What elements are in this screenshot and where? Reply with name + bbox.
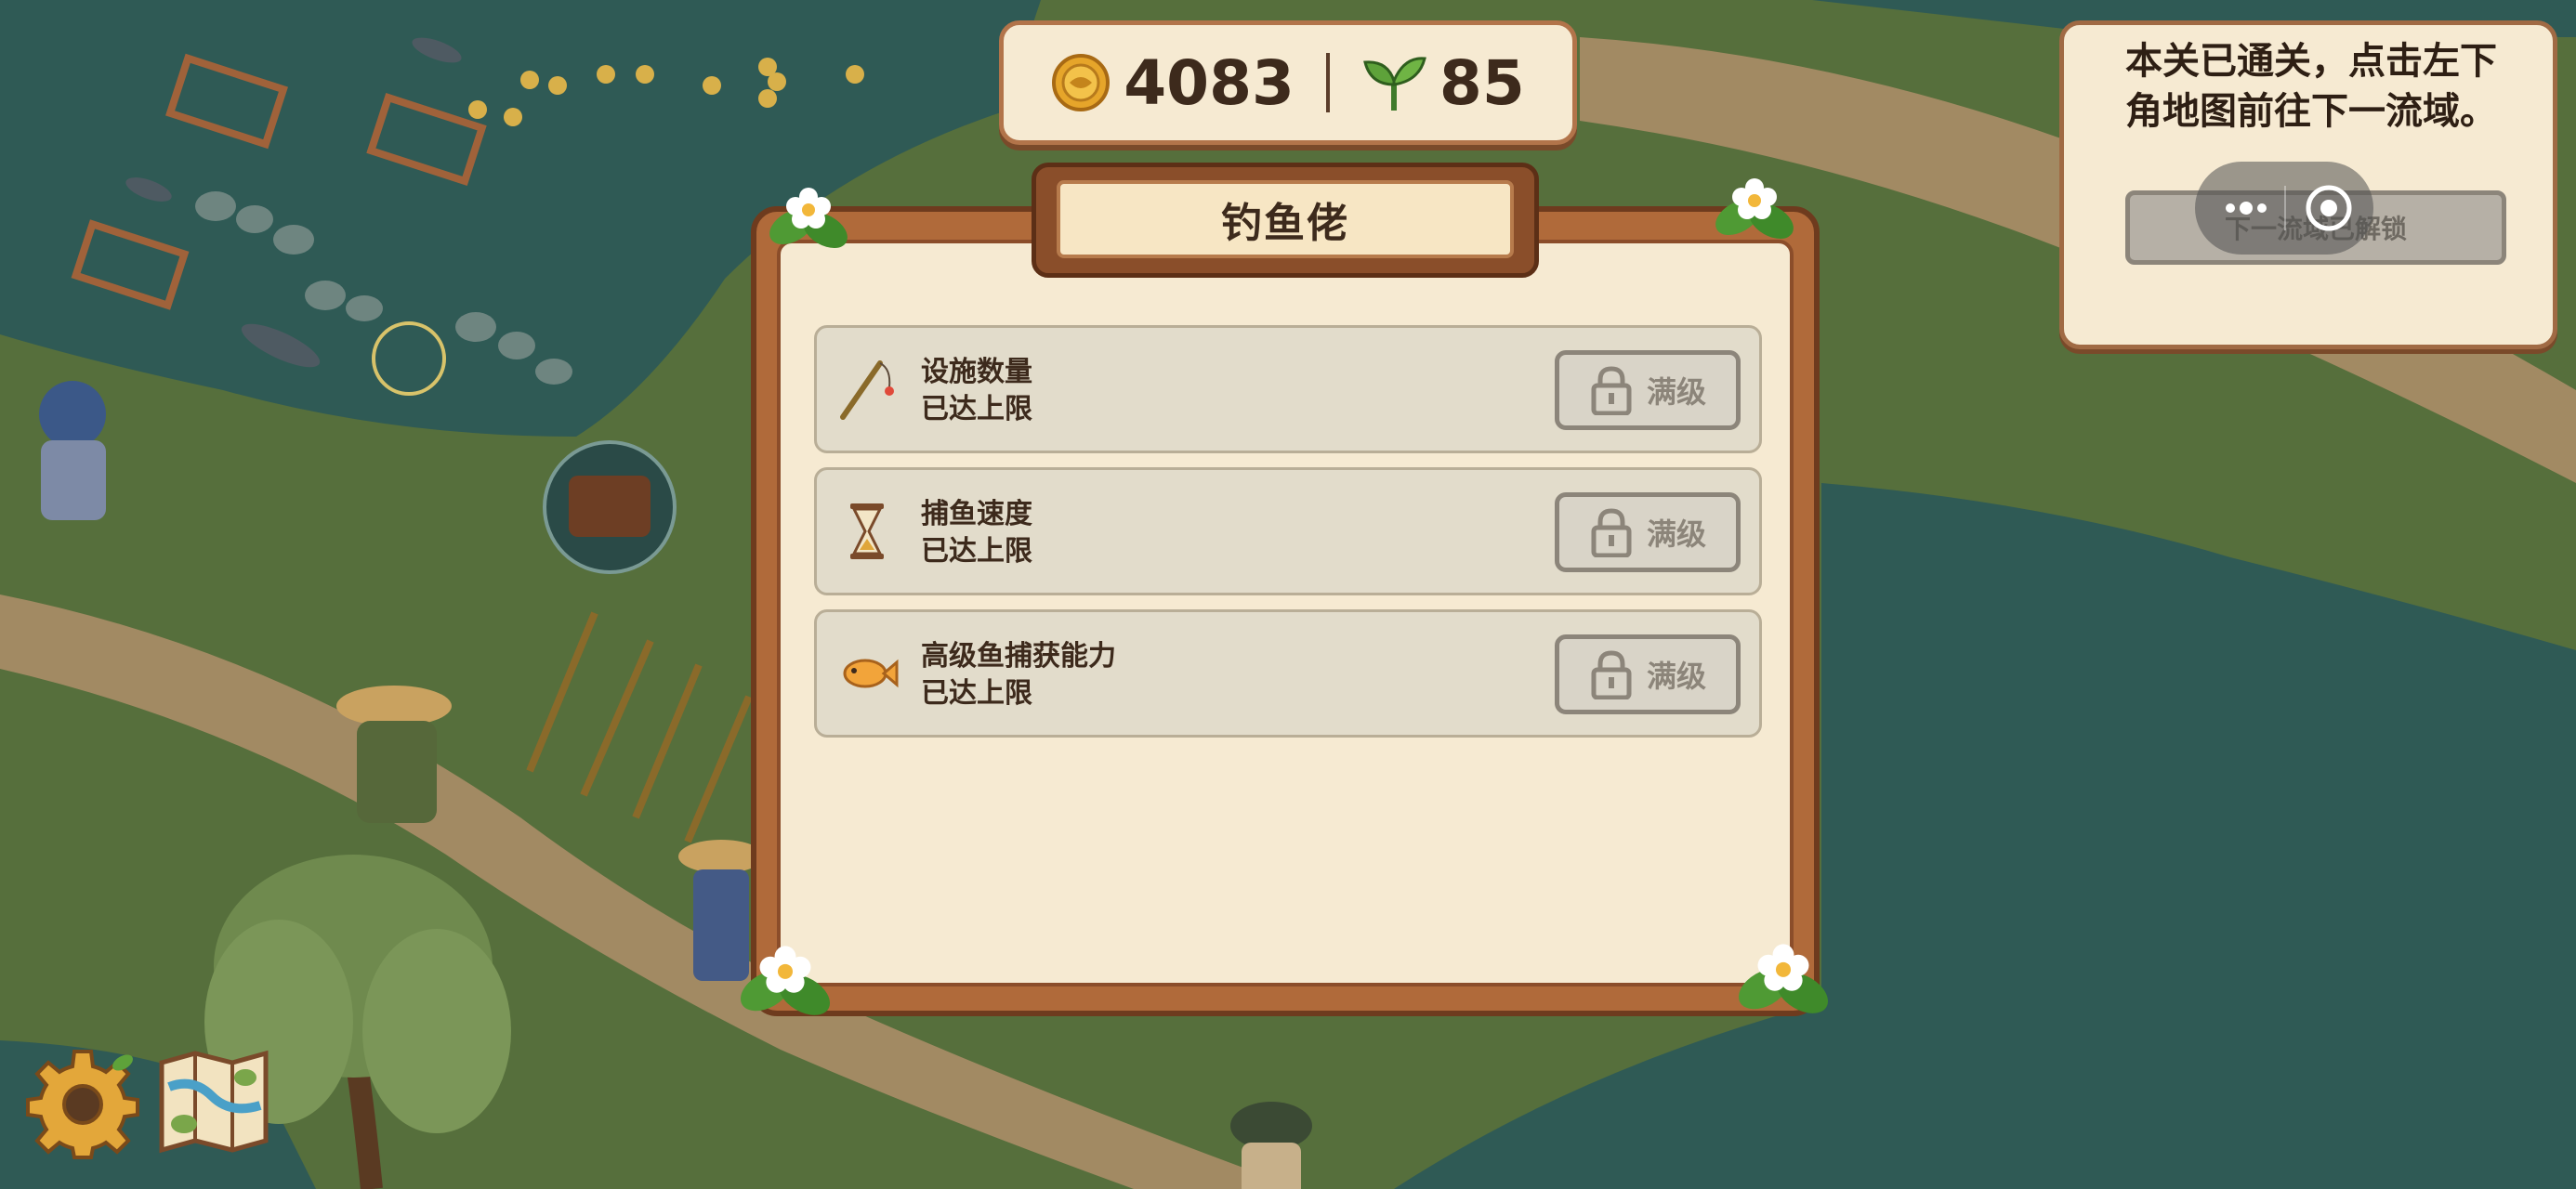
row-texts: 设施数量 已达上限 xyxy=(921,354,1032,428)
currency-divider xyxy=(1325,53,1330,112)
lock-icon xyxy=(1591,366,1632,415)
miniprogram-capsule xyxy=(2195,162,2373,255)
row-texts: 捕鱼速度 已达上限 xyxy=(921,496,1032,570)
sprout-count: 85 xyxy=(1439,46,1525,119)
capsule-divider xyxy=(2284,186,2286,230)
row-texts: 高级鱼捕获能力 已达上限 xyxy=(921,638,1116,712)
panel-title-plank: 钓鱼佬 xyxy=(1032,163,1539,278)
sprout-leaf-icon xyxy=(1363,57,1426,111)
upgrade-row-fishing-speed: 捕鱼速度 已达上限 满级 xyxy=(814,467,1762,595)
more-dots-icon[interactable] xyxy=(2223,199,2269,217)
sprout-counter: 85 xyxy=(1361,47,1525,119)
max-level-button[interactable]: 满级 xyxy=(1555,634,1741,714)
flower-decoration-icon xyxy=(740,946,831,1015)
upgrade-name: 捕鱼速度 xyxy=(921,498,1032,530)
max-level-label: 满级 xyxy=(1646,659,1706,694)
upgrade-status: 已达上限 xyxy=(921,535,1032,568)
hourglass-icon xyxy=(850,503,884,559)
upgrade-row-facility-count: 设施数量 已达上限 满级 xyxy=(814,325,1762,453)
max-level-button[interactable]: 满级 xyxy=(1555,492,1741,572)
currency-bar: 4083 85 xyxy=(999,20,1577,145)
upgrade-name: 高级鱼捕获能力 xyxy=(921,640,1116,673)
map-icon[interactable] xyxy=(156,1050,271,1154)
flower-decoration-icon xyxy=(1738,944,1829,1013)
max-level-label: 满级 xyxy=(1646,374,1706,410)
upgrade-row-advanced-fish-catch: 高级鱼捕获能力 已达上限 满级 xyxy=(814,609,1762,738)
lock-icon xyxy=(1591,508,1632,557)
panel-title-plate: 钓鱼佬 xyxy=(1057,180,1514,258)
max-level-label: 满级 xyxy=(1646,516,1706,552)
coin-counter: 4083 xyxy=(1051,47,1295,119)
upgrade-name: 设施数量 xyxy=(921,356,1032,388)
upgrade-status: 已达上限 xyxy=(921,677,1032,710)
close-target-icon[interactable] xyxy=(2303,182,2355,234)
goldfish-icon xyxy=(843,659,899,688)
lock-icon xyxy=(1591,650,1632,699)
gold-coin-icon xyxy=(1052,54,1111,111)
max-level-button[interactable]: 满级 xyxy=(1555,350,1741,430)
flower-decoration-icon xyxy=(1715,178,1794,239)
hint-text: 本关已通关，点击左下角地图前往下一流域。 xyxy=(2125,40,2497,133)
fishing-rod-icon xyxy=(840,360,894,420)
flower-decoration-icon xyxy=(769,188,848,248)
panel-title: 钓鱼佬 xyxy=(1221,200,1349,247)
coin-count: 4083 xyxy=(1124,46,1295,119)
gear-icon[interactable] xyxy=(26,1046,139,1159)
upgrade-status: 已达上限 xyxy=(921,393,1032,425)
